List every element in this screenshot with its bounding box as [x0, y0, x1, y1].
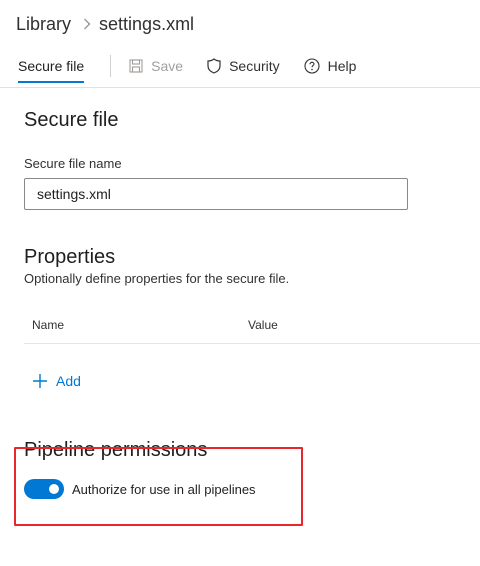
help-button-label: Help: [327, 57, 357, 74]
column-header-value[interactable]: Value: [248, 318, 278, 332]
toolbar-divider: [110, 54, 112, 77]
chevron-right-icon: [83, 18, 91, 30]
column-header-name[interactable]: Name: [32, 318, 64, 332]
tab-secure-file-label: Secure file: [18, 57, 85, 74]
secure-file-name-label: Secure file name: [24, 156, 122, 171]
properties-description: Optionally define properties for the sec…: [24, 271, 290, 286]
add-property-label: Add: [56, 373, 81, 389]
help-icon: [304, 57, 320, 74]
save-button-label: Save: [151, 57, 184, 74]
security-button[interactable]: Security: [207, 58, 280, 74]
help-button[interactable]: Help: [304, 57, 357, 74]
shield-icon: [207, 57, 221, 74]
tab-secure-file[interactable]: Secure file: [18, 44, 85, 88]
breadcrumb-library[interactable]: Library: [16, 14, 71, 35]
table-divider: [24, 343, 480, 344]
security-button-label: Security: [229, 57, 280, 74]
toolbar: Secure file Save Security Help: [0, 44, 480, 88]
breadcrumb: Library settings.xml: [16, 12, 194, 36]
secure-file-heading: Secure file: [24, 109, 119, 131]
properties-heading: Properties: [24, 246, 116, 268]
save-icon: [129, 58, 143, 73]
plus-icon: [33, 374, 47, 388]
annotation-highlight-box: [14, 447, 303, 526]
add-property-button[interactable]: Add: [32, 373, 81, 389]
save-button[interactable]: Save: [129, 58, 183, 74]
breadcrumb-current: settings.xml: [99, 13, 195, 34]
secure-file-name-input[interactable]: [24, 178, 408, 210]
